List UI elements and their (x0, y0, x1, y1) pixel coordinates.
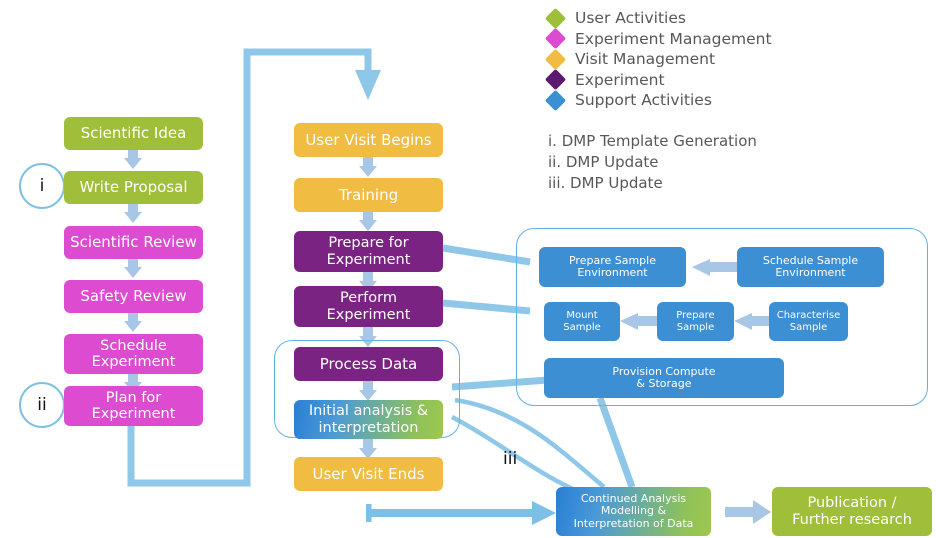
node-prepare-sample-environment[interactable]: Prepare Sample Environment (539, 247, 686, 287)
marker-circle-ii: ii (19, 382, 65, 428)
node-process-data[interactable]: Process Data (294, 347, 443, 381)
note-iii: iii. DMP Update (548, 174, 663, 192)
node-scientific-idea[interactable]: Scientific Idea (64, 117, 203, 150)
legend-label: User Activities (575, 9, 686, 28)
legend-label: Experiment (575, 70, 665, 89)
legend-label: Visit Management (575, 50, 716, 69)
node-user-visit-begins[interactable]: User Visit Begins (294, 123, 443, 157)
marker-label-i: i (39, 176, 45, 196)
legend-label: Experiment Management (575, 29, 772, 48)
arrow-visit-end-to-continued (366, 501, 556, 525)
connector-provision-to-continued (596, 396, 636, 489)
node-schedule-experiment[interactable]: Schedule Experiment (64, 334, 203, 374)
marker-label-ii: ii (37, 395, 47, 415)
node-user-visit-ends[interactable]: User Visit Ends (294, 457, 443, 491)
diamond-icon (544, 48, 567, 70)
node-schedule-sample-environment[interactable]: Schedule Sample Environment (737, 247, 884, 287)
marker-label-iii: iii (503, 449, 518, 469)
node-scientific-review[interactable]: Scientific Review (64, 226, 203, 259)
node-characterise-sample[interactable]: Characterise Sample (769, 302, 848, 341)
node-training[interactable]: Training (294, 178, 443, 212)
note-i: i. DMP Template Generation (548, 132, 757, 150)
workflow-diagram: i ii iii Scientific Idea Write Proposal … (0, 0, 936, 538)
legend: User Activities Experiment Management Vi… (544, 7, 772, 111)
node-safety-review[interactable]: Safety Review (64, 280, 203, 313)
node-prepare-for-experiment[interactable]: Prepare for Experiment (294, 231, 443, 272)
arrow-continued-to-publication (725, 500, 771, 524)
legend-item-experiment-management: Experiment Management (544, 28, 772, 50)
diamond-icon (544, 7, 567, 29)
node-mount-sample[interactable]: Mount Sample (544, 302, 620, 341)
legend-item-experiment: Experiment (544, 69, 772, 91)
node-continued-analysis[interactable]: Continued Analysis Modelling & Interpret… (556, 487, 711, 536)
legend-label: Support Activities (575, 91, 712, 110)
note-ii: ii. DMP Update (548, 153, 659, 171)
marker-circle-i: i (19, 163, 65, 209)
node-prepare-sample[interactable]: Prepare Sample (657, 302, 734, 341)
diamond-icon (544, 28, 567, 50)
diamond-icon (544, 89, 567, 111)
diamond-icon (544, 69, 567, 91)
connector-curve-upper (454, 397, 606, 489)
legend-item-user-activities: User Activities (544, 7, 772, 29)
node-plan-for-experiment[interactable]: Plan for Experiment (64, 386, 203, 426)
legend-item-visit-management: Visit Management (544, 48, 772, 70)
notes-list: i. DMP Template Generation ii. DMP Updat… (548, 132, 757, 195)
node-perform-experiment[interactable]: Perform Experiment (294, 286, 443, 327)
node-provision-compute-storage[interactable]: Provision Compute & Storage (544, 358, 784, 398)
node-initial-analysis-interpretation[interactable]: Initial analysis & interpretation (294, 400, 443, 439)
node-write-proposal[interactable]: Write Proposal (64, 171, 203, 204)
legend-item-support-activities: Support Activities (544, 89, 772, 111)
node-publication-further-research[interactable]: Publication / Further research (772, 487, 932, 536)
